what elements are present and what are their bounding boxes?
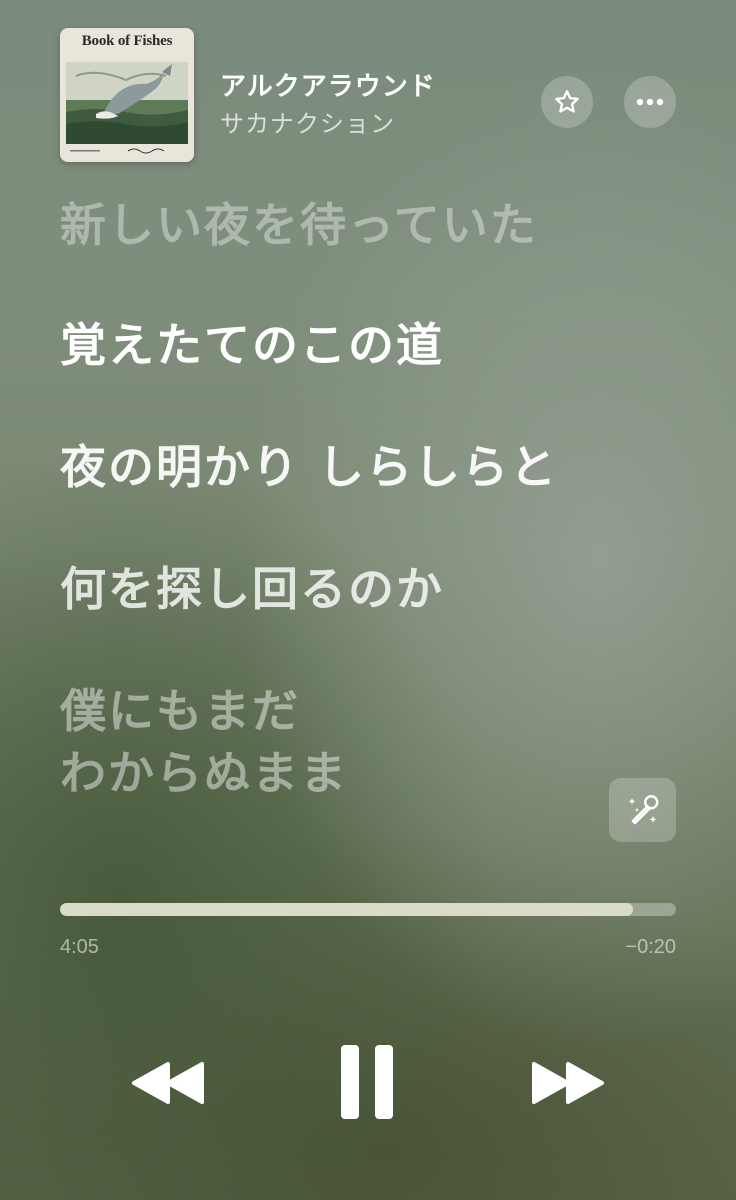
lyric-line-active[interactable]: 夜の明かり しらしらと [60, 438, 558, 496]
playback-progress-fill [60, 903, 633, 916]
remaining-time: −0:20 [625, 936, 676, 958]
song-title[interactable]: アルクアラウンド [220, 66, 436, 103]
ellipsis-icon [636, 98, 664, 106]
pause-button[interactable] [334, 1040, 400, 1124]
now-playing-header: Book of Fishes アルクアラウンド サカナクション [60, 28, 676, 164]
elapsed-time: 4:05 [60, 936, 99, 958]
album-art-signature [70, 148, 165, 154]
rewind-icon [132, 1062, 204, 1104]
favorite-button[interactable] [541, 76, 593, 128]
pause-icon [341, 1045, 393, 1119]
star-icon [555, 90, 579, 113]
album-art-title: Book of Fishes [81, 33, 173, 49]
album-art-dolphin-image [66, 62, 188, 144]
sing-mic-icon [628, 795, 658, 825]
lyric-line-next[interactable]: 何を探し回るのか [60, 560, 444, 618]
lyric-line-past[interactable]: 新しい夜を待っていた [60, 196, 538, 254]
lyric-line-active[interactable]: 覚えたてのこの道 [60, 316, 444, 374]
lyric-line-upcoming-2: わからぬまま [60, 746, 348, 800]
album-artwork[interactable]: Book of Fishes [60, 28, 194, 162]
fast-forward-icon [532, 1062, 604, 1104]
playback-progress-bar[interactable] [60, 903, 676, 916]
lyric-line-upcoming-1: 僕にもまだ [60, 684, 300, 738]
artist-name[interactable]: サカナクション [220, 104, 395, 139]
sing-along-button[interactable] [609, 778, 676, 842]
rewind-button[interactable] [128, 1050, 208, 1116]
more-options-button[interactable] [624, 76, 676, 128]
lyric-line-upcoming[interactable]: 僕にもまだ わからぬまま [60, 680, 348, 804]
fast-forward-button[interactable] [528, 1050, 608, 1116]
